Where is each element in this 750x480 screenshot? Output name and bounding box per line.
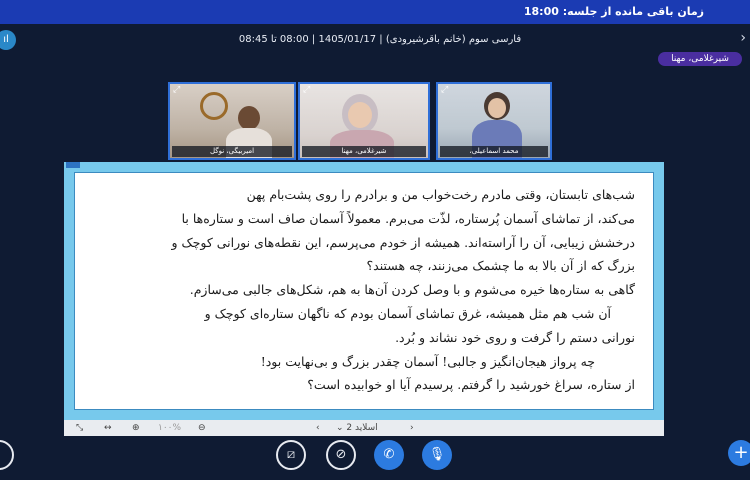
slide-line: بزرگ که از آن بالا به ما چشمک می‌زنند، چ… [366, 258, 635, 274]
expand-icon[interactable]: ⤢ [173, 85, 180, 95]
chevron-down-icon: ⌄ [336, 423, 344, 433]
meeting-title: فارسی سوم (خانم باقرشیرودی) | 1405/01/17… [238, 34, 522, 45]
prev-slide-icon[interactable]: ‹ [316, 421, 320, 435]
expand-icon[interactable]: ⤢ [441, 85, 448, 95]
slide-line: درخشش زیبایی، آن را آراسته‌اند. همیشه از… [171, 234, 635, 250]
participant-name: محمد اسماعیلی، [440, 146, 548, 157]
next-slide-icon[interactable]: › [410, 421, 414, 435]
slide-selector[interactable]: ⌄ اسلاید 2 [336, 421, 378, 435]
left-control-button[interactable] [0, 440, 14, 470]
slide-page: شب‌های تابستان، وقتی مادرم رخت‌خواب من و… [74, 172, 654, 410]
fit-width-icon[interactable]: ↔ [104, 421, 112, 435]
participant-video-3[interactable]: ⤢ محمد اسماعیلی، [436, 82, 552, 160]
microphone-icon: 🎙 [428, 447, 446, 462]
slide-text: شب‌های تابستان، وقتی مادرم رخت‌خواب من و… [105, 183, 635, 397]
add-button[interactable]: + [728, 440, 750, 466]
participant-name: شیرغلامی، مهنا [302, 146, 426, 157]
zoom-out-icon[interactable]: ⊖ [198, 421, 206, 435]
chevron-right-icon[interactable]: › [740, 30, 746, 46]
slide-line: آن شب هم مثل همیشه، غرق تماشای آسمان بود… [204, 305, 611, 321]
slide-line: شب‌های تابستان، وقتی مادرم رخت‌خواب من و… [246, 187, 635, 202]
slide-line: گاهی به ستاره‌ها خیره می‌شوم و با وصل کر… [189, 282, 635, 298]
camera-button[interactable]: ⊘ [326, 440, 356, 470]
slide-label: اسلاید 2 [346, 423, 378, 433]
call-button[interactable]: ✆ [374, 440, 404, 470]
shared-slide: شب‌های تابستان، وقتی مادرم رخت‌خواب من و… [64, 162, 664, 420]
microphone-button[interactable]: 🎙 [422, 440, 452, 470]
active-speaker-badge: شیرغلامی، مهنا [658, 52, 742, 66]
slide-toolbar: ⤡ ↔ ⊕ ۱۰۰% ⊖ ‹ ⌄ اسلاید 2 › [64, 420, 664, 436]
share-screen-icon: ⧄ [286, 447, 296, 462]
top-bar: زمان باقی مانده از جلسه: 18:00 [0, 0, 750, 24]
session-timer: زمان باقی مانده از جلسه: 18:00 [523, 5, 704, 18]
camera-off-icon: ⊘ [335, 447, 347, 462]
share-screen-button[interactable]: ⧄ [276, 440, 306, 470]
slide-line: چه پرواز هیجان‌انگیز و جالبی! آسمان چقدر… [260, 353, 595, 369]
slide-line: نورانی دستم را گرفت و روی خود نشاند و بُ… [395, 329, 635, 345]
zoom-level: ۱۰۰% [158, 423, 182, 433]
phone-icon: ✆ [383, 447, 395, 462]
participant-video-1[interactable]: ⤢ امیربیگی، نوگل [168, 82, 296, 160]
fullscreen-icon[interactable]: ⤡ [76, 421, 83, 435]
signal-icon[interactable]: ıl [0, 30, 16, 50]
minimize-icon[interactable] [66, 162, 80, 168]
zoom-in-icon[interactable]: ⊕ [132, 421, 140, 435]
participant-video-2[interactable]: ⤢ شیرغلامی، مهنا [298, 82, 430, 160]
slide-line: می‌کند، از تماشای آسمان پُرستاره، لذّت م… [181, 210, 635, 226]
expand-icon[interactable]: ⤢ [303, 85, 310, 95]
participant-name: امیربیگی، نوگل [172, 146, 292, 157]
slide-line: از ستاره، سراغ خورشید را گرفتم. پرسیدم آ… [307, 377, 635, 393]
